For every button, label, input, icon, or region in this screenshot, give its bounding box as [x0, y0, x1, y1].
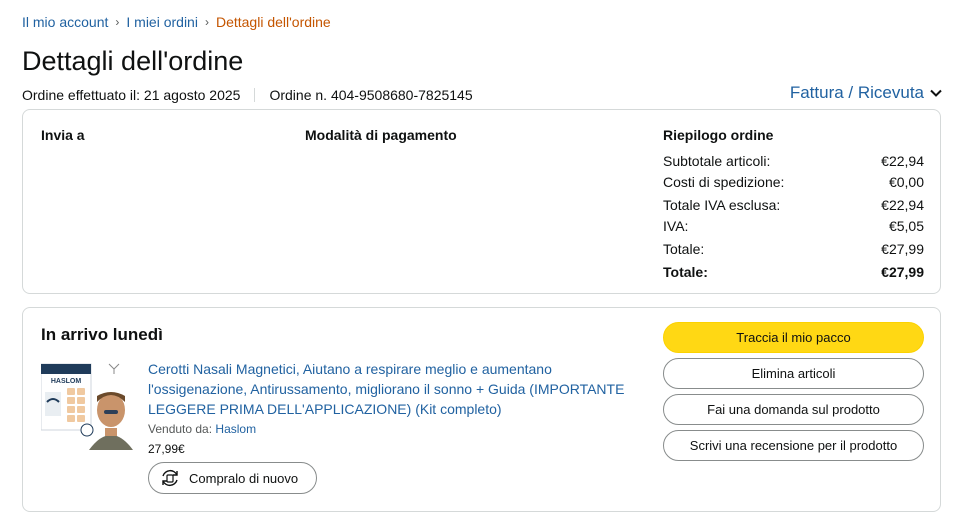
meta-divider — [254, 88, 256, 102]
ship-to-title: Invia a — [41, 127, 85, 143]
sold-by: Venduto da: Haslom — [148, 422, 256, 436]
payment-method-title: Modalità di pagamento — [305, 127, 457, 143]
summary-value: €0,00 — [888, 173, 924, 190]
sold-by-label: Venduto da: — [148, 422, 213, 436]
summary-label: Totale: — [663, 263, 708, 280]
invoice-label: Fattura / Ricevuta — [789, 83, 924, 102]
breadcrumb-my-orders[interactable]: I miei ordini — [126, 14, 198, 30]
order-details-card: Invia a Modalità di pagamento Riepilogo … — [22, 109, 941, 294]
summary-row-total: Totale: €27,99 — [663, 238, 924, 259]
summary-label: Totale IVA esclusa: — [663, 196, 781, 213]
breadcrumb-my-account[interactable]: Il mio account — [22, 14, 108, 30]
summary-label: IVA: — [663, 217, 689, 234]
summary-value: €27,99 — [881, 240, 924, 257]
arrival-status: In arrivo lunedì — [41, 325, 163, 344]
product-image[interactable]: HASLOM — [41, 360, 133, 450]
breadcrumb-current: Dettagli dell'ordine — [215, 14, 331, 30]
summary-row-grand-total: Totale: €27,99 — [663, 261, 924, 282]
summary-row-total-excl-vat: Totale IVA esclusa: €22,94 — [663, 194, 924, 215]
page-title: Dettagli dell'ordine — [22, 46, 244, 76]
breadcrumb-separator-icon: › — [115, 15, 120, 29]
order-summary-title: Riepilogo ordine — [663, 127, 774, 143]
summary-row-vat: IVA: €5,05 — [663, 215, 924, 236]
buy-again-button[interactable]: Compralo di nuovo — [148, 462, 317, 494]
order-meta: Ordine effettuato il: 21 agosto 2025 Ord… — [22, 87, 473, 103]
summary-row-shipping: Costi di spedizione: €0,00 — [663, 171, 924, 192]
ask-product-question-button[interactable]: Fai una domanda sul prodotto — [663, 394, 924, 425]
summary-value: €27,99 — [881, 263, 924, 280]
summary-value: €22,94 — [881, 152, 924, 169]
summary-value: €22,94 — [881, 196, 924, 213]
invoice-dropdown[interactable]: Fattura / Ricevuta — [790, 83, 942, 103]
item-price: 27,99€ — [148, 442, 185, 456]
summary-row-subtotal: Subtotale articoli: €22,94 — [663, 150, 924, 171]
order-summary: Subtotale articoli: €22,94 Costi di sped… — [663, 150, 924, 282]
shipment-actions: Traccia il mio pacco Elimina articoli Fa… — [663, 322, 924, 466]
summary-value: €5,05 — [888, 217, 924, 234]
buy-again-label: Compralo di nuovo — [189, 470, 299, 486]
order-number: Ordine n. 404-9508680-7825145 — [269, 87, 473, 103]
product-title-link[interactable]: Cerotti Nasali Magnetici, Aiutano a resp… — [148, 359, 638, 419]
breadcrumb: Il mio account › I miei ordini › Dettagl… — [22, 14, 331, 30]
brand-text: HASLOM — [51, 378, 82, 385]
remove-items-button[interactable]: Elimina articoli — [663, 358, 924, 389]
summary-label: Costi di spedizione: — [663, 173, 785, 190]
order-date: Ordine effettuato il: 21 agosto 2025 — [22, 87, 241, 103]
track-package-button[interactable]: Traccia il mio pacco — [663, 322, 924, 353]
write-review-button[interactable]: Scrivi una recensione per il prodotto — [663, 430, 924, 461]
chevron-down-icon — [930, 89, 942, 97]
summary-label: Totale: — [663, 240, 705, 257]
shipment-card: In arrivo lunedì HASLOM Cerotti Nasali M… — [22, 307, 941, 512]
breadcrumb-separator-icon: › — [204, 15, 209, 29]
summary-label: Subtotale articoli: — [663, 152, 771, 169]
seller-link[interactable]: Haslom — [215, 422, 256, 436]
buy-again-icon — [162, 469, 178, 487]
